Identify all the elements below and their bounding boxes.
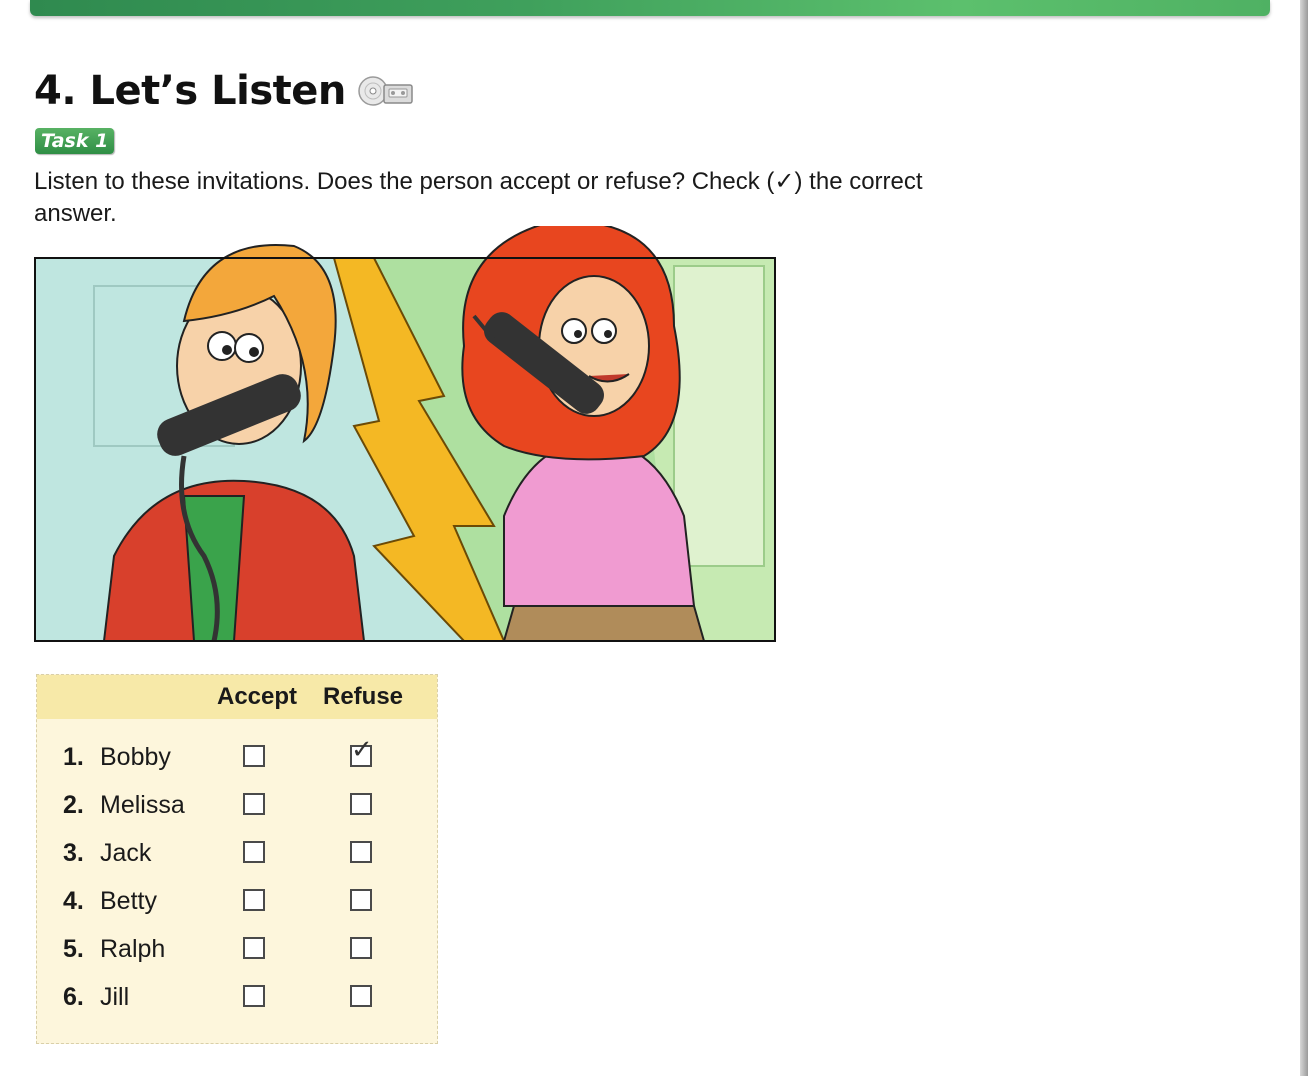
table-header: Accept Refuse <box>37 675 437 719</box>
refuse-checkbox[interactable] <box>350 841 372 863</box>
row-number: 6. <box>63 983 84 1011</box>
phone-call-illustration <box>34 226 776 642</box>
table-row: 4. Betty <box>37 877 437 925</box>
column-header-refuse: Refuse <box>323 683 404 710</box>
accept-checkbox[interactable] <box>243 937 265 959</box>
accept-checkbox[interactable] <box>243 889 265 911</box>
instructions-text: Listen to these invitations. Does the pe… <box>34 168 923 227</box>
row-name: Betty <box>100 887 157 915</box>
row-name: Melissa <box>100 791 185 819</box>
accept-checkbox[interactable] <box>243 793 265 815</box>
page-title: 4. Let’s Listen <box>34 68 346 114</box>
table-row: 5. Ralph <box>37 925 437 973</box>
row-number: 1. <box>63 743 84 771</box>
row-name: Bobby <box>100 743 171 771</box>
top-green-band <box>30 0 1270 16</box>
refuse-checkbox[interactable] <box>350 985 372 1007</box>
accept-checkbox[interactable] <box>243 985 265 1007</box>
accept-checkbox[interactable] <box>243 745 265 767</box>
table-row: 3. Jack <box>37 829 437 877</box>
task-badge: Task 1 <box>35 128 115 154</box>
refuse-checkbox[interactable] <box>350 793 372 815</box>
row-number: 5. <box>63 935 84 963</box>
row-name: Jill <box>100 983 130 1011</box>
accept-checkbox[interactable] <box>243 841 265 863</box>
row-number: 4. <box>63 887 84 915</box>
row-number: 2. <box>63 791 84 819</box>
refuse-checkbox[interactable] <box>350 889 372 911</box>
table-row: 6. Jill <box>37 973 437 1021</box>
refuse-checkbox[interactable]: ✓ <box>350 737 373 767</box>
row-name: Jack <box>100 839 152 867</box>
cd-audio-icon[interactable] <box>356 74 416 108</box>
table-row: 1. Bobby ✓ <box>37 733 437 781</box>
table-row: 2. Melissa <box>37 781 437 829</box>
refuse-checkbox[interactable] <box>350 937 372 959</box>
column-header-accept: Accept <box>217 683 298 710</box>
section-heading: 4. Let’s Listen <box>34 64 416 118</box>
row-number: 3. <box>63 839 84 867</box>
row-name: Ralph <box>100 935 166 963</box>
answer-table: Accept Refuse 1. Bobby ✓ 2. Melissa 3. J… <box>36 674 438 1044</box>
page-edge <box>1300 0 1308 1076</box>
check-mark: ✓ <box>351 735 373 765</box>
